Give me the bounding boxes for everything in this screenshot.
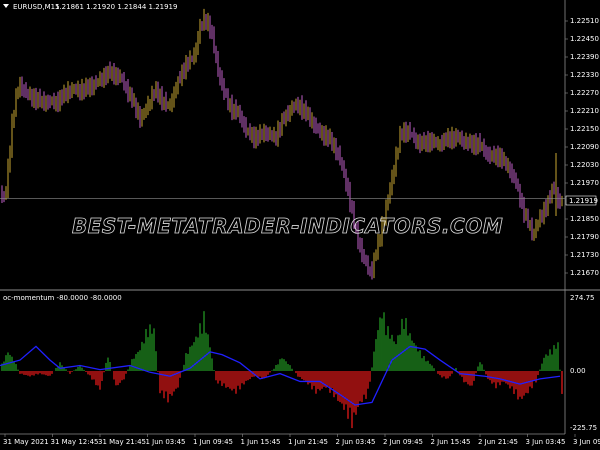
time-tick-label: 1 Jun 09:45	[193, 438, 233, 446]
oscillator-signal-line	[0, 345, 561, 406]
time-tick-label: 3 Jun 09:45	[573, 438, 600, 446]
price-tick-label: 1.21730	[570, 251, 599, 259]
metatrader-chart-window[interactable]: BEST-METATRADER-INDICATORS.COM 1.225101.…	[0, 0, 600, 450]
dropdown-arrow-icon[interactable]	[3, 4, 9, 8]
price-tick-label: 1.21970	[570, 179, 599, 187]
price-tick-label: 1.22390	[570, 53, 599, 61]
time-tick-label: 2 Jun 09:45	[383, 438, 423, 446]
time-tick-label: 31 May 2021	[3, 438, 49, 446]
price-tick-label: 1.22090	[570, 143, 599, 151]
price-tick-label: 1.21790	[570, 233, 599, 241]
time-tick-label: 1 Jun 21:45	[288, 438, 328, 446]
price-tick-label: 1.21850	[570, 215, 599, 223]
watermark-text: BEST-METATRADER-INDICATORS.COM	[72, 214, 503, 238]
time-tick-label: 31 May 21:45	[98, 438, 146, 446]
current-price-marker-text: 1.21919	[569, 197, 598, 205]
price-tick-label: 1.22510	[570, 17, 599, 25]
oscillator-tick-label: 0.00	[570, 367, 586, 375]
price-axis-labels: 1.22510 1.22450 1.22390 1.22330 1.22270 1.222…	[565, 17, 599, 277]
oscillator-tick-label: -225.75	[570, 424, 597, 432]
price-tick-label: 1.21670	[570, 269, 599, 277]
time-tick-label: 2 Jun 03:45	[336, 438, 376, 446]
price-candles	[1, 8, 563, 280]
ohlc-values: 1.21861 1.21920 1.21844 1.21919	[55, 3, 177, 11]
time-tick-label: 1 Jun 03:45	[146, 438, 186, 446]
price-tick-label: 1.22450	[570, 35, 599, 43]
price-tick-label: 1.22330	[570, 71, 599, 79]
price-tick-label: 1.22210	[570, 107, 599, 115]
oscillator-histogram	[1, 311, 563, 429]
time-tick-label: 2 Jun 21:45	[478, 438, 518, 446]
oscillator-axis-labels: 274.75 0.00 -225.75	[570, 294, 597, 432]
symbol-title: EURUSD,M15	[13, 3, 60, 11]
time-tick-label: 31 May 12:45	[51, 438, 99, 446]
time-tick-label: 2 Jun 15:45	[431, 438, 471, 446]
oscillator-tick-label: 274.75	[570, 294, 595, 302]
time-axis-labels: 31 May 2021 31 May 12:45 31 May 21:45 1 Jun…	[3, 434, 600, 446]
indicator-title: oc-momentum -80.0000 -80.0000	[3, 294, 122, 302]
price-tick-label: 1.22150	[570, 125, 599, 133]
time-tick-label: 1 Jun 15:45	[241, 438, 281, 446]
time-tick-label: 3 Jun 03:45	[526, 438, 566, 446]
price-tick-label: 1.22270	[570, 89, 599, 97]
price-tick-label: 1.22030	[570, 161, 599, 169]
